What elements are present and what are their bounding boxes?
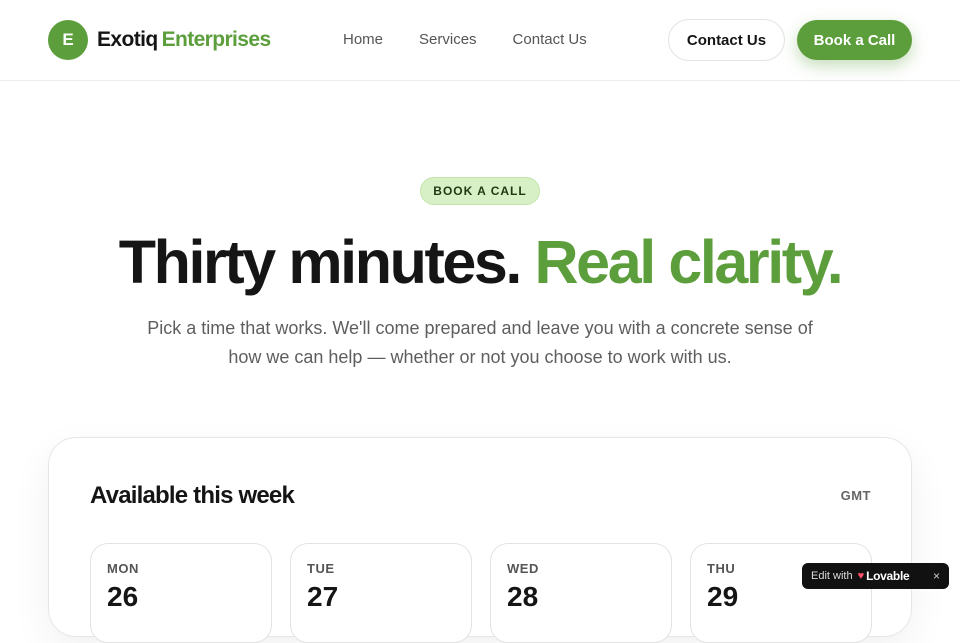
lovable-brand: Lovable [866, 569, 910, 583]
day-name: THU [707, 561, 736, 576]
day-card-mon[interactable]: MON 26 [90, 543, 272, 643]
availability-title: Available this week [90, 482, 295, 509]
site-header: E Exotiq Enterprises Home Services Contac… [0, 0, 960, 81]
availability-card: Available this week GMT MON 26 TUE 27 WE… [48, 437, 912, 643]
day-list: MON 26 TUE 27 WED 28 THU 29 [90, 543, 890, 643]
day-name: MON [107, 561, 139, 576]
hero-title: Thirty minutes. Real clarity. [0, 226, 960, 298]
main-nav: Home Services Contact Us [343, 31, 623, 48]
day-date: 29 [707, 581, 739, 612]
day-card-thu[interactable]: THU 29 [690, 543, 872, 643]
logo-mark: E [48, 20, 88, 60]
edit-with-lovable-badge[interactable]: Edit with ♥ Lovable × [802, 563, 949, 589]
book-call-button[interactable]: Book a Call [797, 20, 912, 60]
day-date: 26 [107, 581, 139, 612]
day-date: 28 [507, 581, 539, 612]
contact-us-button[interactable]: Contact Us [668, 19, 785, 61]
brand-name: Exotiq Enterprises [97, 28, 271, 52]
eyebrow-badge: BOOK A CALL [420, 177, 540, 205]
heart-icon: ♥ [857, 570, 865, 582]
day-card-wed[interactable]: WED 28 [490, 543, 672, 643]
nav-home[interactable]: Home [343, 31, 383, 48]
edit-label: Edit with [811, 570, 853, 582]
close-icon[interactable]: × [933, 569, 940, 583]
nav-contact[interactable]: Contact Us [513, 31, 587, 48]
day-card-tue[interactable]: TUE 27 [290, 543, 472, 643]
day-date: 27 [307, 581, 339, 612]
brand-logo[interactable]: E Exotiq Enterprises [48, 20, 271, 60]
timezone-label: GMT [840, 488, 871, 503]
day-name: TUE [307, 561, 335, 576]
hero-title-part2: Real clarity. [534, 228, 844, 296]
hero-title-part1: Thirty minutes. [118, 228, 523, 296]
nav-services[interactable]: Services [419, 31, 477, 48]
hero-subtitle: Pick a time that works. We'll come prepa… [147, 318, 813, 367]
brand-name-part1: Exotiq [97, 28, 158, 51]
brand-name-part2: Enterprises [161, 28, 272, 51]
day-name: WED [507, 561, 539, 576]
